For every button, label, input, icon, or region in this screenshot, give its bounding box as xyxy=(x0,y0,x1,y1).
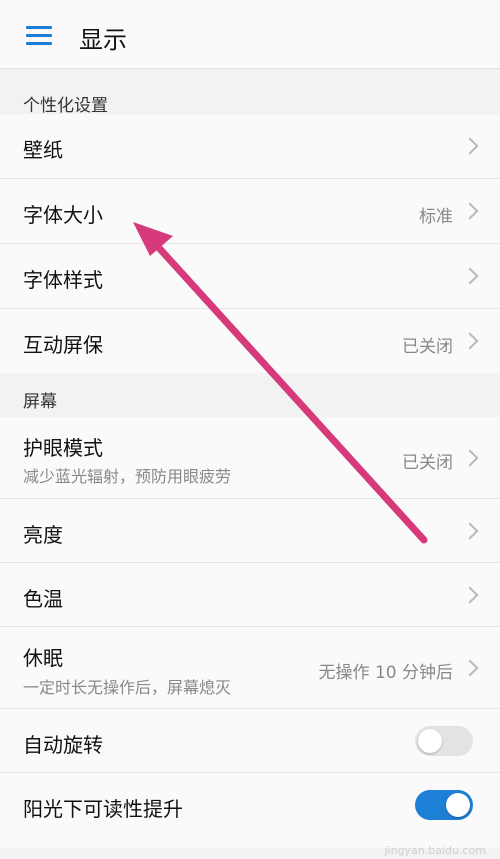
row-label: 护眼模式 xyxy=(23,436,103,460)
chevron-right-icon xyxy=(461,332,479,350)
watermark: jingyan.baidu.com xyxy=(384,844,486,857)
settings-row-sleep[interactable]: 休眠 一定时长无操作后，屏幕熄灭 无操作 10 分钟后 xyxy=(0,627,500,709)
top-bar: 显示 xyxy=(0,0,500,69)
row-value: 标准 xyxy=(419,207,453,227)
row-subtitle: 减少蓝光辐射，预防用眼疲劳 xyxy=(23,467,232,486)
section-header-personalization: 个性化设置 xyxy=(0,75,500,119)
chevron-right-icon xyxy=(461,586,479,604)
settings-row-interactive-screensaver[interactable]: 互动屏保 已关闭 xyxy=(0,309,500,373)
chevron-right-icon xyxy=(461,449,479,467)
row-subtitle: 一定时长无操作后，屏幕熄灭 xyxy=(23,678,232,697)
row-value: 无操作 10 分钟后 xyxy=(318,663,453,683)
chevron-right-icon xyxy=(461,522,479,540)
section-header-screen: 屏幕 xyxy=(0,373,500,417)
settings-row-font-style[interactable]: 字体样式 xyxy=(0,244,500,309)
row-label: 字体大小 xyxy=(23,203,103,227)
row-label: 休眠 xyxy=(23,646,63,670)
auto-rotate-toggle[interactable] xyxy=(415,726,473,756)
row-value: 已关闭 xyxy=(402,453,453,473)
menu-icon[interactable] xyxy=(26,26,52,46)
row-label: 互动屏保 xyxy=(23,333,103,357)
settings-row-brightness[interactable]: 亮度 xyxy=(0,499,500,563)
screen-group: 护眼模式 减少蓝光辐射，预防用眼疲劳 已关闭 亮度 色温 休眠 一定时长无操作后… xyxy=(0,417,500,848)
section-title: 个性化设置 xyxy=(23,96,108,116)
settings-row-eye-comfort[interactable]: 护眼模式 减少蓝光辐射，预防用眼疲劳 已关闭 xyxy=(0,417,500,499)
row-label: 亮度 xyxy=(23,523,63,547)
chevron-right-icon xyxy=(461,137,479,155)
settings-row-color-temperature[interactable]: 色温 xyxy=(0,563,500,627)
row-label: 阳光下可读性提升 xyxy=(23,797,183,821)
toggle-knob xyxy=(418,729,442,753)
chevron-right-icon xyxy=(461,202,479,220)
toggle-knob xyxy=(446,793,470,817)
row-label: 色温 xyxy=(23,587,63,611)
settings-row-auto-rotate: 自动旋转 xyxy=(0,709,500,773)
personalization-group: 壁纸 字体大小 标准 字体样式 互动屏保 已关闭 xyxy=(0,114,500,373)
row-label: 字体样式 xyxy=(23,268,103,292)
row-value: 已关闭 xyxy=(402,337,453,357)
section-title: 屏幕 xyxy=(23,392,57,412)
settings-row-sunlight-readability: 阳光下可读性提升 xyxy=(0,773,500,848)
chevron-right-icon xyxy=(461,659,479,677)
settings-row-wallpaper[interactable]: 壁纸 xyxy=(0,114,500,179)
chevron-right-icon xyxy=(461,267,479,285)
settings-row-font-size[interactable]: 字体大小 标准 xyxy=(0,179,500,244)
sunlight-readability-toggle[interactable] xyxy=(415,790,473,820)
page-title: 显示 xyxy=(79,26,127,54)
row-label: 壁纸 xyxy=(23,138,63,162)
row-label: 自动旋转 xyxy=(23,733,103,757)
